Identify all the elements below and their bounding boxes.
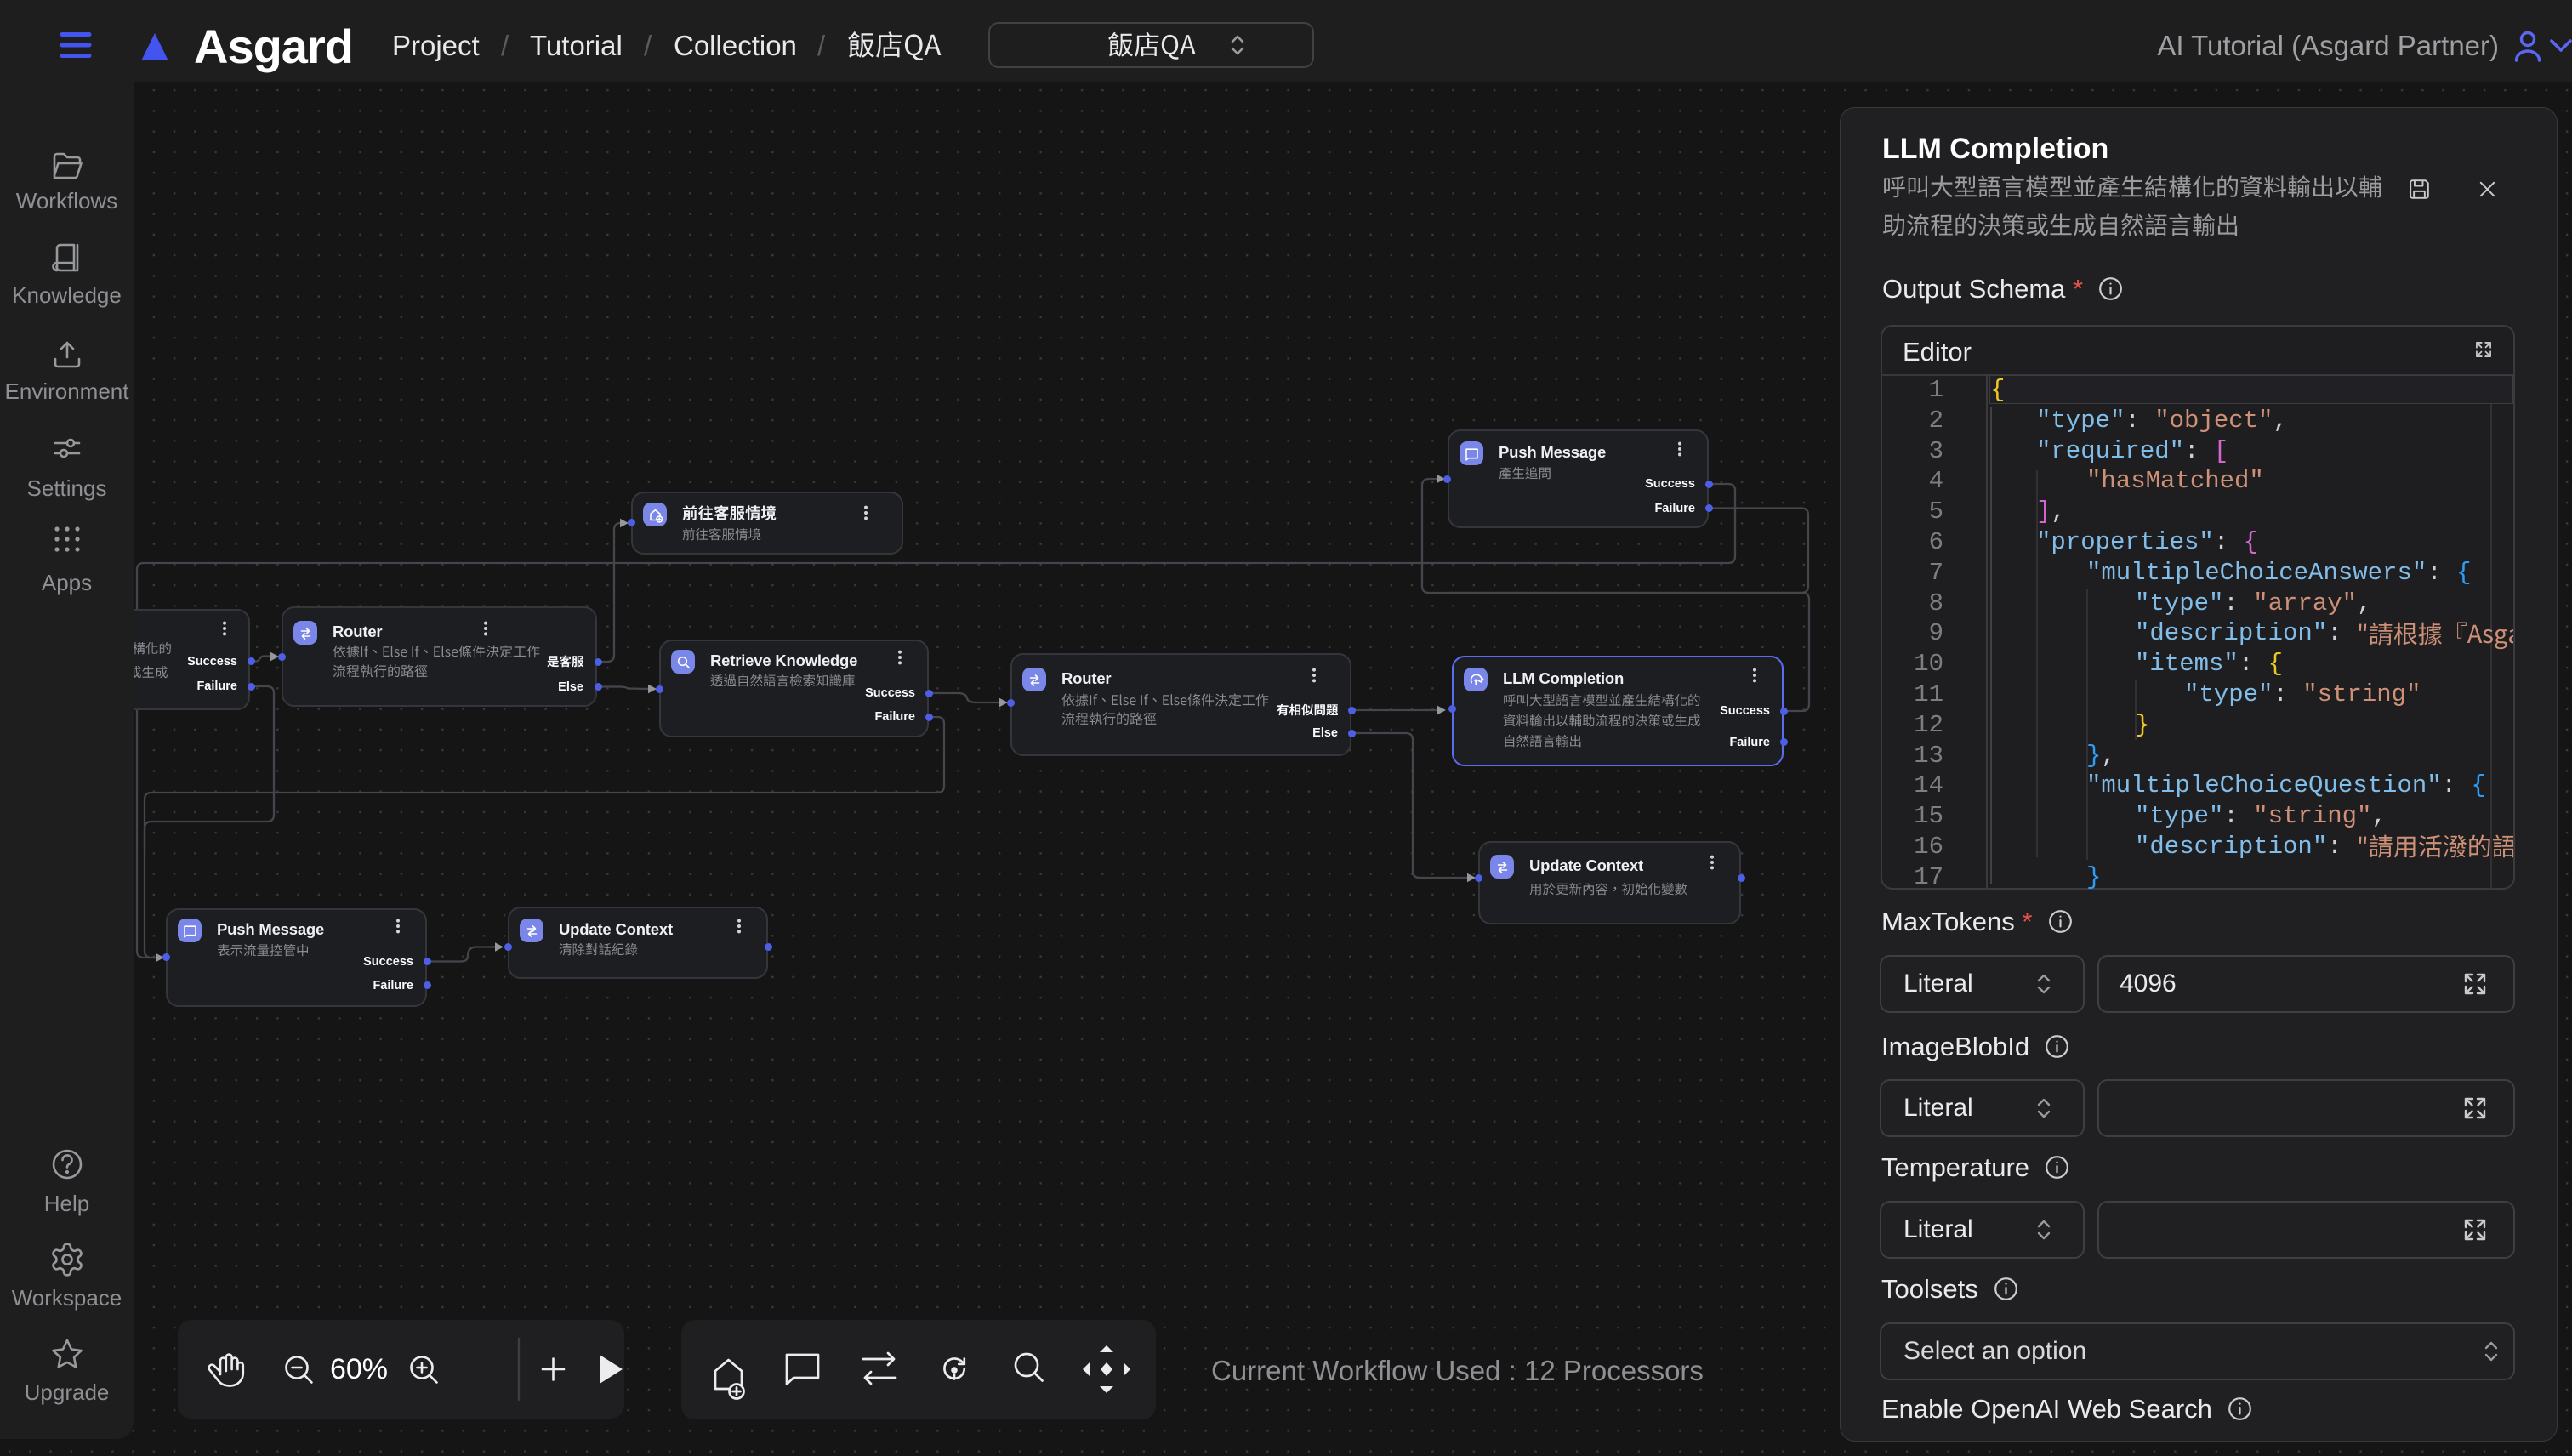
svg-text:60%: 60% — [330, 1353, 388, 1385]
